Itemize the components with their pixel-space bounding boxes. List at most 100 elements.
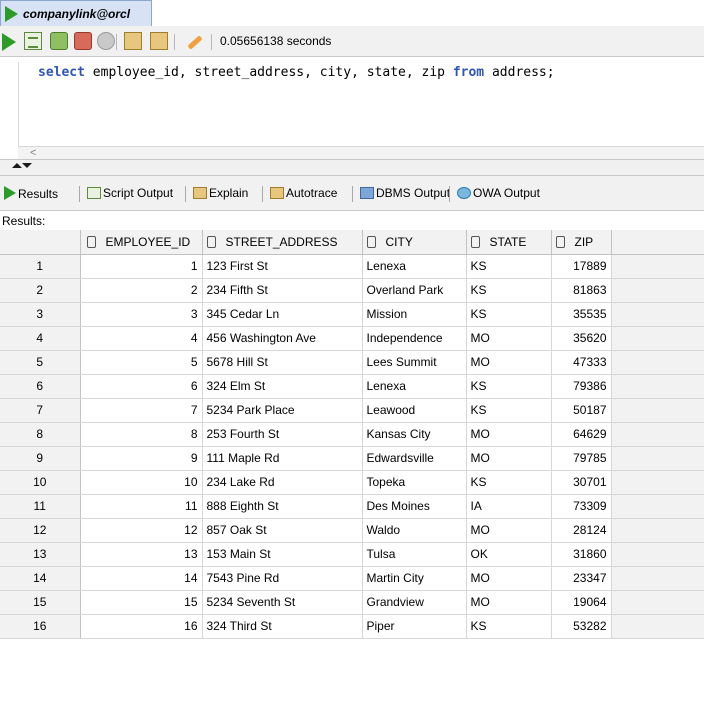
- tab-autotrace[interactable]: Autotrace: [270, 186, 337, 200]
- rollback-icon[interactable]: [74, 32, 92, 50]
- state-cell[interactable]: MO: [466, 350, 552, 375]
- street-address-cell[interactable]: 345 Cedar Ln: [202, 302, 363, 327]
- row-number-cell[interactable]: 3: [0, 302, 81, 327]
- employee-id-cell[interactable]: 4: [80, 326, 203, 351]
- table-row[interactable]: 12 12 857 Oak St Waldo MO 28124: [0, 518, 704, 543]
- table-row[interactable]: 5 5 5678 Hill St Lees Summit MO 47333: [0, 350, 704, 375]
- city-cell[interactable]: Topeka: [362, 470, 467, 495]
- state-cell[interactable]: MO: [466, 422, 552, 447]
- collapse-down-icon[interactable]: [22, 163, 32, 168]
- scroll-left-icon[interactable]: <: [30, 147, 36, 159]
- city-cell[interactable]: Grandview: [362, 590, 467, 615]
- street-address-cell[interactable]: 111 Maple Rd: [202, 446, 363, 471]
- street-address-cell[interactable]: 456 Washington Ave: [202, 326, 363, 351]
- state-cell[interactable]: MO: [466, 566, 552, 591]
- commit-icon[interactable]: [50, 32, 68, 50]
- tab-explain[interactable]: Explain: [193, 186, 248, 200]
- state-cell[interactable]: KS: [466, 278, 552, 303]
- table-row[interactable]: 11 11 888 Eighth St Des Moines IA 73309: [0, 494, 704, 519]
- table-row[interactable]: 3 3 345 Cedar Ln Mission KS 35535: [0, 302, 704, 327]
- city-cell[interactable]: Leawood: [362, 398, 467, 423]
- street-address-cell[interactable]: 234 Fifth St: [202, 278, 363, 303]
- column-header-state[interactable]: STATE: [466, 230, 552, 255]
- city-cell[interactable]: Martin City: [362, 566, 467, 591]
- row-number-cell[interactable]: 12: [0, 518, 81, 543]
- state-cell[interactable]: IA: [466, 494, 552, 519]
- street-address-cell[interactable]: 857 Oak St: [202, 518, 363, 543]
- city-cell[interactable]: Edwardsville: [362, 446, 467, 471]
- state-cell[interactable]: KS: [466, 614, 552, 639]
- explain-plan-icon[interactable]: [124, 32, 142, 50]
- zip-cell[interactable]: 47333: [551, 350, 612, 375]
- city-cell[interactable]: Kansas City: [362, 422, 467, 447]
- row-number-cell[interactable]: 2: [0, 278, 81, 303]
- city-cell[interactable]: Lenexa: [362, 374, 467, 399]
- city-cell[interactable]: Tulsa: [362, 542, 467, 567]
- row-number-cell[interactable]: 4: [0, 326, 81, 351]
- row-number-cell[interactable]: 5: [0, 350, 81, 375]
- zip-cell[interactable]: 64629: [551, 422, 612, 447]
- zip-cell[interactable]: 35620: [551, 326, 612, 351]
- street-address-cell[interactable]: 5234 Seventh St: [202, 590, 363, 615]
- table-row[interactable]: 16 16 324 Third St Piper KS 53282: [0, 614, 704, 639]
- row-number-cell[interactable]: 14: [0, 566, 81, 591]
- zip-cell[interactable]: 73309: [551, 494, 612, 519]
- tab-results[interactable]: Results: [4, 186, 58, 201]
- city-cell[interactable]: Lenexa: [362, 254, 467, 279]
- sql-editor[interactable]: select employee_id, street_address, city…: [18, 62, 704, 146]
- zip-cell[interactable]: 30701: [551, 470, 612, 495]
- street-address-cell[interactable]: 123 First St: [202, 254, 363, 279]
- city-cell[interactable]: Des Moines: [362, 494, 467, 519]
- table-row[interactable]: 8 8 253 Fourth St Kansas City MO 64629: [0, 422, 704, 447]
- tab-script-output[interactable]: Script Output: [87, 186, 173, 200]
- zip-cell[interactable]: 50187: [551, 398, 612, 423]
- state-cell[interactable]: MO: [466, 518, 552, 543]
- employee-id-cell[interactable]: 3: [80, 302, 203, 327]
- column-header-employee-id[interactable]: EMPLOYEE_ID: [80, 230, 203, 255]
- table-row[interactable]: 15 15 5234 Seventh St Grandview MO 19064: [0, 590, 704, 615]
- run-statement-icon[interactable]: [2, 33, 16, 51]
- row-number-cell[interactable]: 11: [0, 494, 81, 519]
- street-address-cell[interactable]: 324 Elm St: [202, 374, 363, 399]
- street-address-cell[interactable]: 7543 Pine Rd: [202, 566, 363, 591]
- zip-cell[interactable]: 53282: [551, 614, 612, 639]
- row-number-cell[interactable]: 10: [0, 470, 81, 495]
- table-row[interactable]: 13 13 153 Main St Tulsa OK 31860: [0, 542, 704, 567]
- connection-tab[interactable]: companylink@orcl: [0, 0, 152, 26]
- collapse-up-icon[interactable]: [12, 163, 22, 168]
- zip-cell[interactable]: 19064: [551, 590, 612, 615]
- tab-owa-output[interactable]: OWA Output: [457, 186, 540, 200]
- table-row[interactable]: 10 10 234 Lake Rd Topeka KS 30701: [0, 470, 704, 495]
- employee-id-cell[interactable]: 11: [80, 494, 203, 519]
- table-row[interactable]: 14 14 7543 Pine Rd Martin City MO 23347: [0, 566, 704, 591]
- street-address-cell[interactable]: 324 Third St: [202, 614, 363, 639]
- street-address-cell[interactable]: 888 Eighth St: [202, 494, 363, 519]
- employee-id-cell[interactable]: 1: [80, 254, 203, 279]
- employee-id-cell[interactable]: 16: [80, 614, 203, 639]
- state-cell[interactable]: OK: [466, 542, 552, 567]
- table-row[interactable]: 7 7 5234 Park Place Leawood KS 50187: [0, 398, 704, 423]
- row-number-cell[interactable]: 8: [0, 422, 81, 447]
- employee-id-cell[interactable]: 8: [80, 422, 203, 447]
- row-number-cell[interactable]: 7: [0, 398, 81, 423]
- street-address-cell[interactable]: 5234 Park Place: [202, 398, 363, 423]
- pane-splitter[interactable]: [0, 159, 704, 176]
- street-address-cell[interactable]: 153 Main St: [202, 542, 363, 567]
- street-address-cell[interactable]: 253 Fourth St: [202, 422, 363, 447]
- table-row[interactable]: 1 1 123 First St Lenexa KS 17889: [0, 254, 704, 279]
- column-header-zip[interactable]: ZIP: [551, 230, 612, 255]
- city-cell[interactable]: Mission: [362, 302, 467, 327]
- zip-cell[interactable]: 35535: [551, 302, 612, 327]
- zip-cell[interactable]: 81863: [551, 278, 612, 303]
- city-cell[interactable]: Overland Park: [362, 278, 467, 303]
- employee-id-cell[interactable]: 9: [80, 446, 203, 471]
- state-cell[interactable]: KS: [466, 254, 552, 279]
- tab-dbms-output[interactable]: DBMS Output: [360, 186, 450, 200]
- employee-id-cell[interactable]: 14: [80, 566, 203, 591]
- run-script-icon[interactable]: [24, 32, 42, 50]
- table-row[interactable]: 4 4 456 Washington Ave Independence MO 35620: [0, 326, 704, 351]
- employee-id-cell[interactable]: 2: [80, 278, 203, 303]
- street-address-cell[interactable]: 234 Lake Rd: [202, 470, 363, 495]
- employee-id-cell[interactable]: 12: [80, 518, 203, 543]
- state-cell[interactable]: KS: [466, 398, 552, 423]
